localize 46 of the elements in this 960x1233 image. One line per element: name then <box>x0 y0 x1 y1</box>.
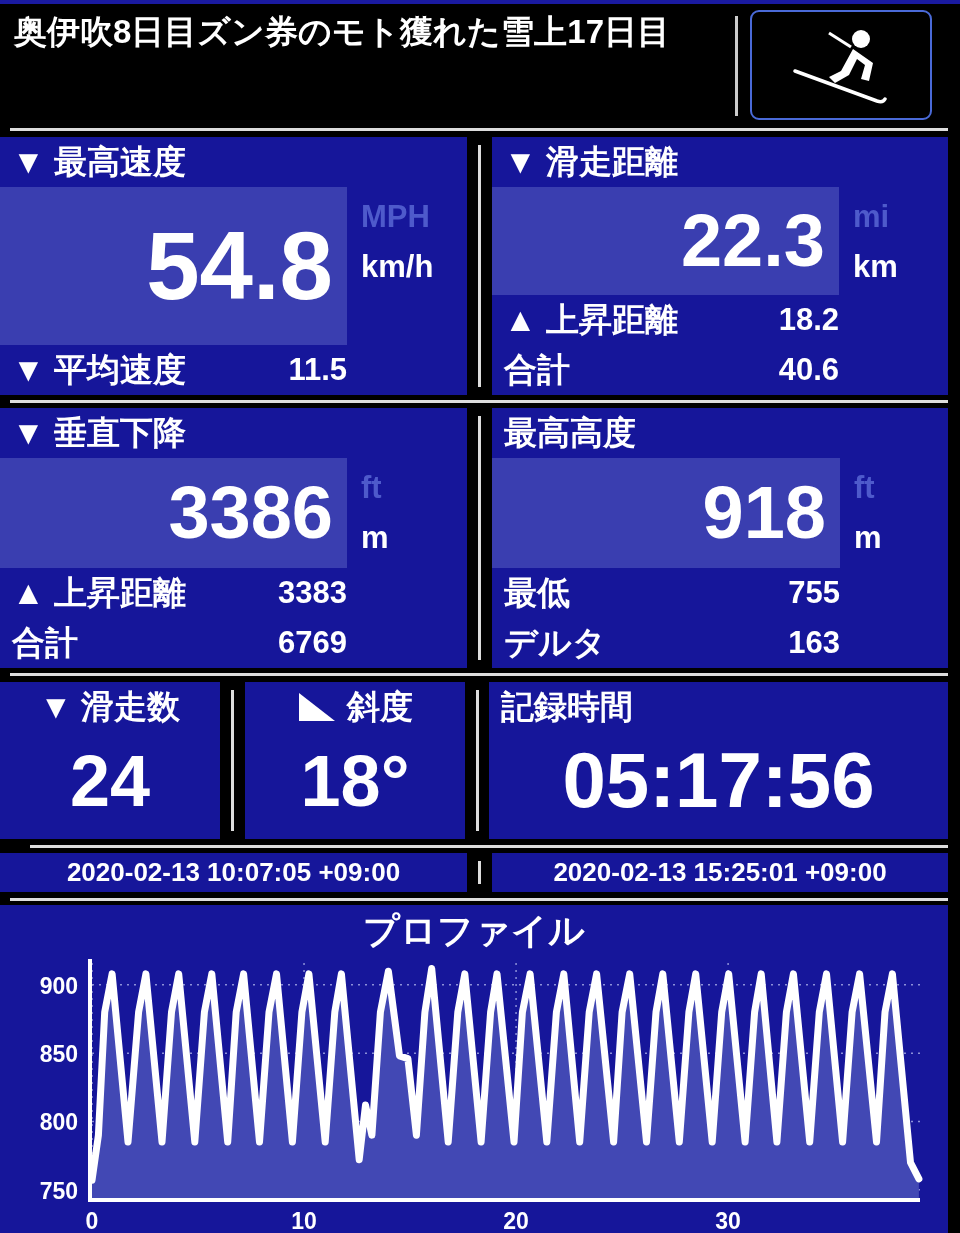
counter-value: 18° <box>300 739 410 823</box>
y-tick-label: 850 <box>39 1041 78 1068</box>
stat-label: 合計 <box>504 349 570 390</box>
stat-value: 40.6 <box>778 352 839 388</box>
panel-title: ▼ 最高速度 <box>11 142 187 182</box>
unit-option[interactable]: m <box>361 518 389 558</box>
unit-option[interactable]: km/h <box>361 247 434 287</box>
x-tick-label: 0 <box>85 1208 99 1233</box>
chart-title: プロファイル <box>362 909 586 953</box>
timestamp: 2020-02-13 15:25:01 +09:00 <box>492 853 948 892</box>
stat-value: 11.5 <box>288 352 347 388</box>
activity-mode-button[interactable] <box>750 10 932 120</box>
stat-value: 18.2 <box>778 302 839 338</box>
stat-label: デルタ <box>504 622 606 663</box>
y-tick-label: 750 <box>39 1177 78 1204</box>
panel-title: ▼ 垂直下降 <box>11 413 187 453</box>
unit-option[interactable]: km <box>853 247 898 287</box>
stat-label: ▼ 平均速度 <box>12 349 186 390</box>
panel-title: 記録時間 <box>501 686 633 727</box>
stat-label: ▲ 上昇距離 <box>504 299 678 340</box>
activity-title: 奥伊吹8日目ズン券のモト獲れた雪上17日目 <box>13 12 672 52</box>
panel-title: ▼ 滑走数 <box>39 686 181 727</box>
counter-value: 24 <box>69 739 151 823</box>
stat-label: 合計 <box>12 622 78 663</box>
counter-value: 05:17:56 <box>561 735 876 826</box>
stat-value: 918 <box>702 476 826 550</box>
x-tick-label: 20 <box>503 1208 529 1233</box>
slope-icon <box>297 691 337 723</box>
stat-value: 163 <box>788 625 840 661</box>
stat-value: 3386 <box>168 476 333 550</box>
stat-label: ▲ 上昇距離 <box>12 572 186 613</box>
stat-value: 22.3 <box>680 204 825 278</box>
stat-label: 最低 <box>504 572 570 613</box>
unit-option[interactable]: m <box>854 518 882 558</box>
y-tick-label: 900 <box>39 972 78 999</box>
panel-title: 斜度 <box>347 686 413 727</box>
y-tick-label: 800 <box>39 1109 78 1136</box>
stat-value: 3383 <box>278 575 347 611</box>
panel-title: ▼ 滑走距離 <box>503 142 679 182</box>
stat-value: 755 <box>788 575 840 611</box>
x-tick-label: 30 <box>715 1208 741 1233</box>
stat-value: 6769 <box>278 625 347 661</box>
panel-title: 最高高度 <box>503 413 637 453</box>
timestamp: 2020-02-13 10:07:05 +09:00 <box>0 853 467 892</box>
stat-value: 54.8 <box>146 218 333 314</box>
x-tick-label: 10 <box>291 1208 317 1233</box>
